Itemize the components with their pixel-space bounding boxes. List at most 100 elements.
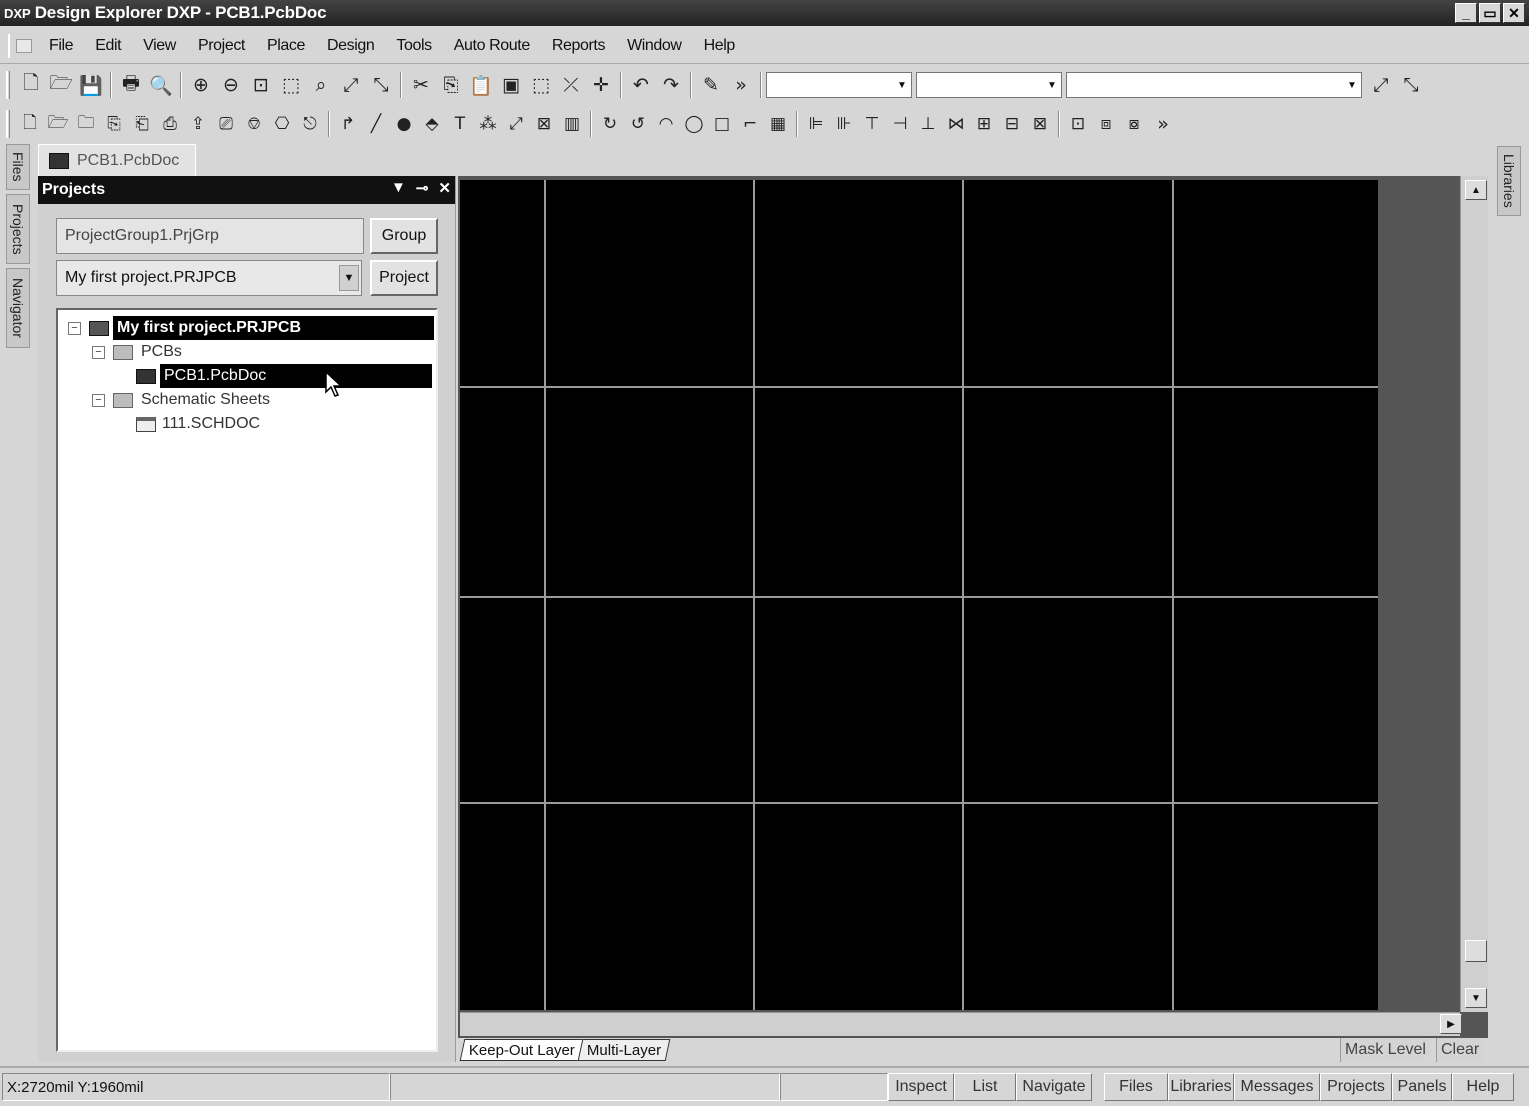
- doc-h-icon[interactable]: ⎚: [212, 109, 240, 139]
- layer-tab-keep-out[interactable]: Keep-Out Layer: [459, 1039, 585, 1061]
- doc-g-icon[interactable]: ⇪: [184, 109, 212, 139]
- side-tab-navigator[interactable]: Navigator: [6, 268, 30, 348]
- side-tab-libraries[interactable]: Libraries: [1497, 146, 1521, 216]
- menu-reports[interactable]: Reports: [541, 37, 616, 55]
- mask-level-button[interactable]: Mask Level: [1340, 1038, 1430, 1062]
- panel-button-files[interactable]: Files: [1104, 1073, 1168, 1101]
- deselect-icon[interactable]: ⤫: [556, 70, 586, 100]
- panel-button-libraries[interactable]: Libraries: [1168, 1073, 1234, 1101]
- menu-help[interactable]: Help: [693, 37, 746, 55]
- cross-select-icon[interactable]: ⤡: [366, 70, 396, 100]
- status-button-list[interactable]: List: [954, 1073, 1016, 1101]
- zoom-area-icon[interactable]: ⬚: [276, 70, 306, 100]
- collapse-icon[interactable]: −: [92, 345, 105, 359]
- scroll-right-icon[interactable]: ▶: [1440, 1014, 1462, 1034]
- rubber-stamp-icon[interactable]: ▣: [496, 70, 526, 100]
- redo-icon[interactable]: ↷: [656, 70, 686, 100]
- scroll-thumb[interactable]: [1465, 940, 1487, 962]
- move-icon[interactable]: ✛: [586, 70, 616, 100]
- menu-file[interactable]: File: [38, 37, 84, 55]
- project-button[interactable]: Project: [370, 260, 438, 296]
- tree-item-sch-doc[interactable]: 111.SCHDOC: [136, 412, 260, 436]
- menu-view[interactable]: View: [132, 37, 187, 55]
- filter-combo[interactable]: ▼: [916, 72, 1062, 98]
- layer-set-combo[interactable]: ▼: [766, 72, 912, 98]
- via-icon[interactable]: ●: [390, 109, 418, 139]
- cross-probe-icon[interactable]: ⤢: [1366, 70, 1396, 100]
- close-button[interactable]: ✕: [1503, 3, 1525, 23]
- cross-select-icon[interactable]: ⤡: [1396, 70, 1426, 100]
- align-right-icon[interactable]: ⊪: [830, 109, 858, 139]
- scroll-down-icon[interactable]: ▼: [1465, 988, 1487, 1008]
- tree-item-pcb-doc[interactable]: PCB1.PcbDoc: [136, 364, 432, 388]
- doc-c-icon[interactable]: 🗀: [72, 109, 100, 139]
- layer-tab-multi-layer[interactable]: Multi-Layer: [577, 1039, 671, 1061]
- scroll-up-icon[interactable]: ▲: [1465, 180, 1487, 200]
- side-tab-files[interactable]: Files: [6, 144, 30, 190]
- doc-b-icon[interactable]: 🗁: [44, 109, 72, 139]
- menu-project[interactable]: Project: [187, 37, 256, 55]
- new-doc-icon[interactable]: 🗋: [16, 70, 46, 100]
- restore-button[interactable]: ▭: [1479, 3, 1501, 23]
- coordinate-icon[interactable]: ⁂: [474, 109, 502, 139]
- menu-tools[interactable]: Tools: [385, 37, 442, 55]
- net-combo[interactable]: ▼: [1066, 72, 1362, 98]
- doc-a-icon[interactable]: 🗋: [16, 109, 44, 139]
- paste-icon[interactable]: 📋: [466, 70, 496, 100]
- doc-f-icon[interactable]: ⎙: [156, 109, 184, 139]
- cut-icon[interactable]: ✂: [406, 70, 436, 100]
- zoom-in-icon[interactable]: ⊕: [186, 70, 216, 100]
- doc-d-icon[interactable]: ⎘: [100, 109, 128, 139]
- zoom-fit-icon[interactable]: ⊡: [246, 70, 276, 100]
- distribute-icon[interactable]: ⋈: [942, 109, 970, 139]
- align-top-icon[interactable]: ⊤: [858, 109, 886, 139]
- project-combo[interactable]: My first project.PRJPCB ▼: [56, 260, 362, 296]
- arc-any-icon[interactable]: ◠: [652, 109, 680, 139]
- cross-probe-icon[interactable]: ⤢: [336, 70, 366, 100]
- clear-button[interactable]: Clear: [1436, 1038, 1484, 1062]
- doc-i-icon[interactable]: ⎊: [240, 109, 268, 139]
- pencil-icon[interactable]: ✎: [696, 70, 726, 100]
- zoom-selected-icon[interactable]: ⌕: [306, 70, 336, 100]
- component-icon[interactable]: ⊠: [530, 109, 558, 139]
- align-left-icon[interactable]: ⊫: [802, 109, 830, 139]
- toolbar-grip[interactable]: [6, 71, 10, 99]
- room-a-icon[interactable]: ⧈: [1092, 109, 1120, 139]
- toolbar-overflow-icon[interactable]: »: [726, 70, 756, 100]
- tree-item-pcbs-folder[interactable]: − PCBs: [92, 340, 182, 364]
- pin-icon[interactable]: ⊸: [416, 179, 429, 197]
- doc-k-icon[interactable]: ⎋: [296, 109, 324, 139]
- undo-icon[interactable]: ↶: [626, 70, 656, 100]
- document-menu-icon[interactable]: [8, 33, 38, 58]
- print-icon[interactable]: 🖶: [116, 70, 146, 100]
- arc-edge-icon[interactable]: ↺: [624, 109, 652, 139]
- print-preview-icon[interactable]: 🔍: [146, 70, 176, 100]
- tab-pcb1[interactable]: PCB1.PcbDoc: [38, 144, 197, 176]
- menu-edit[interactable]: Edit: [84, 37, 132, 55]
- increase-spacing-icon[interactable]: ⊡: [1064, 109, 1092, 139]
- menu-window[interactable]: Window: [616, 37, 693, 55]
- side-tab-projects[interactable]: Projects: [6, 194, 30, 264]
- dimension-icon[interactable]: ⤢: [502, 109, 530, 139]
- zoom-out-icon[interactable]: ⊖: [216, 70, 246, 100]
- text-icon[interactable]: T: [446, 109, 474, 139]
- project-group-field[interactable]: ProjectGroup1.PrjGrp: [56, 218, 364, 254]
- group-button[interactable]: Group: [370, 218, 438, 254]
- chevron-down-icon[interactable]: ▼: [339, 265, 359, 291]
- polygon-icon[interactable]: ⌐: [736, 109, 764, 139]
- panel-menu-icon[interactable]: ▼: [391, 179, 406, 197]
- panel-button-help[interactable]: Help: [1452, 1073, 1514, 1101]
- rectangle-icon[interactable]: □: [708, 109, 736, 139]
- horizontal-scrollbar[interactable]: ▶: [460, 1012, 1462, 1036]
- status-button-navigate[interactable]: Navigate: [1016, 1073, 1092, 1101]
- interactive-route-icon[interactable]: ↱: [334, 109, 362, 139]
- select-area-icon[interactable]: ⬚: [526, 70, 556, 100]
- menu-design[interactable]: Design: [316, 37, 385, 55]
- spread-icon[interactable]: ⊠: [1026, 109, 1054, 139]
- circle-icon[interactable]: ◯: [680, 109, 708, 139]
- copy-icon[interactable]: ⎘: [436, 70, 466, 100]
- menu-auto-route[interactable]: Auto Route: [443, 37, 541, 55]
- minimize-button[interactable]: _: [1455, 3, 1477, 23]
- fill-icon[interactable]: ▥: [558, 109, 586, 139]
- panel-button-panels[interactable]: Panels: [1392, 1073, 1452, 1101]
